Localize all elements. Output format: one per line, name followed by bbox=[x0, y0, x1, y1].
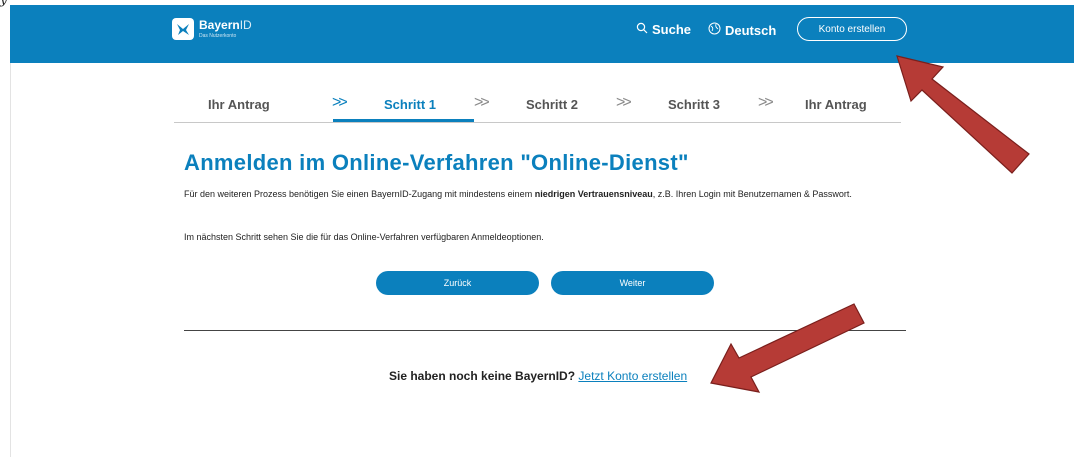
logo-subtitle: Das Nutzerkonto bbox=[199, 33, 237, 39]
intro-paragraph: Für den weiteren Prozess benötigen Sie e… bbox=[184, 189, 852, 199]
step-schritt-3: Schritt 3 bbox=[668, 97, 721, 112]
create-account-button[interactable]: Konto erstellen bbox=[797, 17, 907, 41]
trust-level-text: niedrigen Vertrauensniveau bbox=[534, 189, 653, 199]
logo-title: BayernID bbox=[199, 18, 252, 32]
next-step-paragraph: Im nächsten Schritt sehen Sie die für da… bbox=[184, 232, 544, 242]
bayernid-logo[interactable]: BayernID Das Nutzerkonto bbox=[172, 16, 292, 46]
step-schritt-1: Schritt 1 bbox=[384, 97, 437, 112]
corner-text: y bbox=[0, 0, 8, 8]
create-account-link[interactable]: Jetzt Konto erstellen bbox=[578, 369, 687, 383]
next-button[interactable]: Weiter bbox=[551, 271, 714, 295]
chevron-double-right-icon: >> bbox=[616, 94, 632, 111]
search-icon bbox=[636, 22, 648, 37]
chevron-double-right-icon: >> bbox=[332, 94, 348, 111]
step-schritt-2: Schritt 2 bbox=[526, 97, 579, 112]
chevron-double-right-icon: >> bbox=[474, 94, 490, 111]
back-button[interactable]: Zurück bbox=[376, 271, 539, 295]
language-label: Deutsch bbox=[725, 22, 777, 38]
search-label: Suche bbox=[652, 22, 692, 37]
page-title: Anmelden im Online-Verfahren "Online-Die… bbox=[184, 150, 689, 175]
step-ihr-antrag-end: Ihr Antrag bbox=[805, 97, 867, 112]
no-account-hint: Sie haben noch keine BayernID? Jetzt Kon… bbox=[389, 369, 688, 383]
step-progress: Ihr Antrag >> Schritt 1 >> Schritt 2 >> … bbox=[174, 90, 901, 123]
search-link[interactable]: Suche bbox=[636, 22, 691, 37]
top-header bbox=[10, 5, 1074, 63]
bayern-lion-icon bbox=[172, 18, 194, 40]
step-ihr-antrag-start: Ihr Antrag bbox=[208, 97, 270, 112]
active-step-indicator bbox=[333, 119, 474, 122]
section-divider bbox=[184, 330, 906, 331]
globe-icon bbox=[708, 22, 721, 38]
language-selector[interactable]: Deutsch bbox=[708, 22, 776, 38]
chevron-double-right-icon: >> bbox=[758, 94, 774, 111]
